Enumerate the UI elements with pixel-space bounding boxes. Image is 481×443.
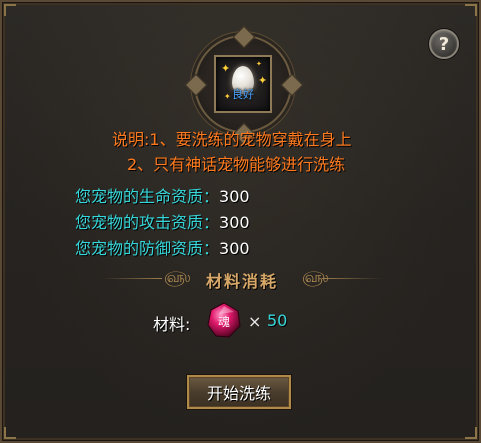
sparkle-icon: ✦ xyxy=(221,62,231,75)
divider-line xyxy=(322,278,382,279)
start-refine-button[interactable]: 开始洗练 xyxy=(187,375,291,409)
stat-label: 您宠物的攻击资质： xyxy=(75,213,220,232)
pet-quality-label: 良好 xyxy=(232,88,254,101)
corner-ornament xyxy=(4,427,16,439)
corner-ornament xyxy=(465,427,477,439)
corner-ornament xyxy=(465,4,477,16)
description-line-1: 说明:1、要洗练的宠物穿戴在身上 xyxy=(112,130,352,149)
stat-value: 300 xyxy=(219,187,250,206)
sparkle-icon: ✦ xyxy=(256,60,262,68)
stat-row-hp: 您宠物的生命资质：300 xyxy=(75,183,250,207)
description-line-2: 2、只有神话宠物能够进行洗练 xyxy=(127,155,346,174)
stat-row-defense: 您宠物的防御资质：300 xyxy=(75,235,250,259)
soul-gem-icon[interactable]: 魂 xyxy=(205,301,243,339)
stat-row-attack: 您宠物的攻击资质：300 xyxy=(75,209,250,233)
stat-value: 300 xyxy=(219,239,250,258)
stat-label: 您宠物的生命资质： xyxy=(75,187,220,206)
multiply-sign: × xyxy=(248,312,262,331)
stat-value: 300 xyxy=(219,213,250,232)
help-button[interactable]: ? xyxy=(429,29,459,59)
sparkle-icon: ✦ xyxy=(258,74,268,87)
gem-glyph: 魂 xyxy=(218,314,230,329)
materials-section-title: 材料消耗 xyxy=(205,272,278,291)
materials-section-header: ௵ 材料消耗 ௵ xyxy=(102,268,382,291)
material-quantity: 50 xyxy=(267,311,288,330)
stat-label: 您宠物的防御资质： xyxy=(75,239,220,258)
pet-refine-panel: ? ✦ ✦ ✦ ✦ 良好 说明:1、要洗练的宠物穿戴在身上 2、只有神话宠物能够… xyxy=(0,0,481,443)
corner-ornament xyxy=(4,4,16,16)
pet-slot[interactable]: ✦ ✦ ✦ ✦ 良好 xyxy=(214,55,272,113)
material-label: 材料: xyxy=(153,315,191,334)
